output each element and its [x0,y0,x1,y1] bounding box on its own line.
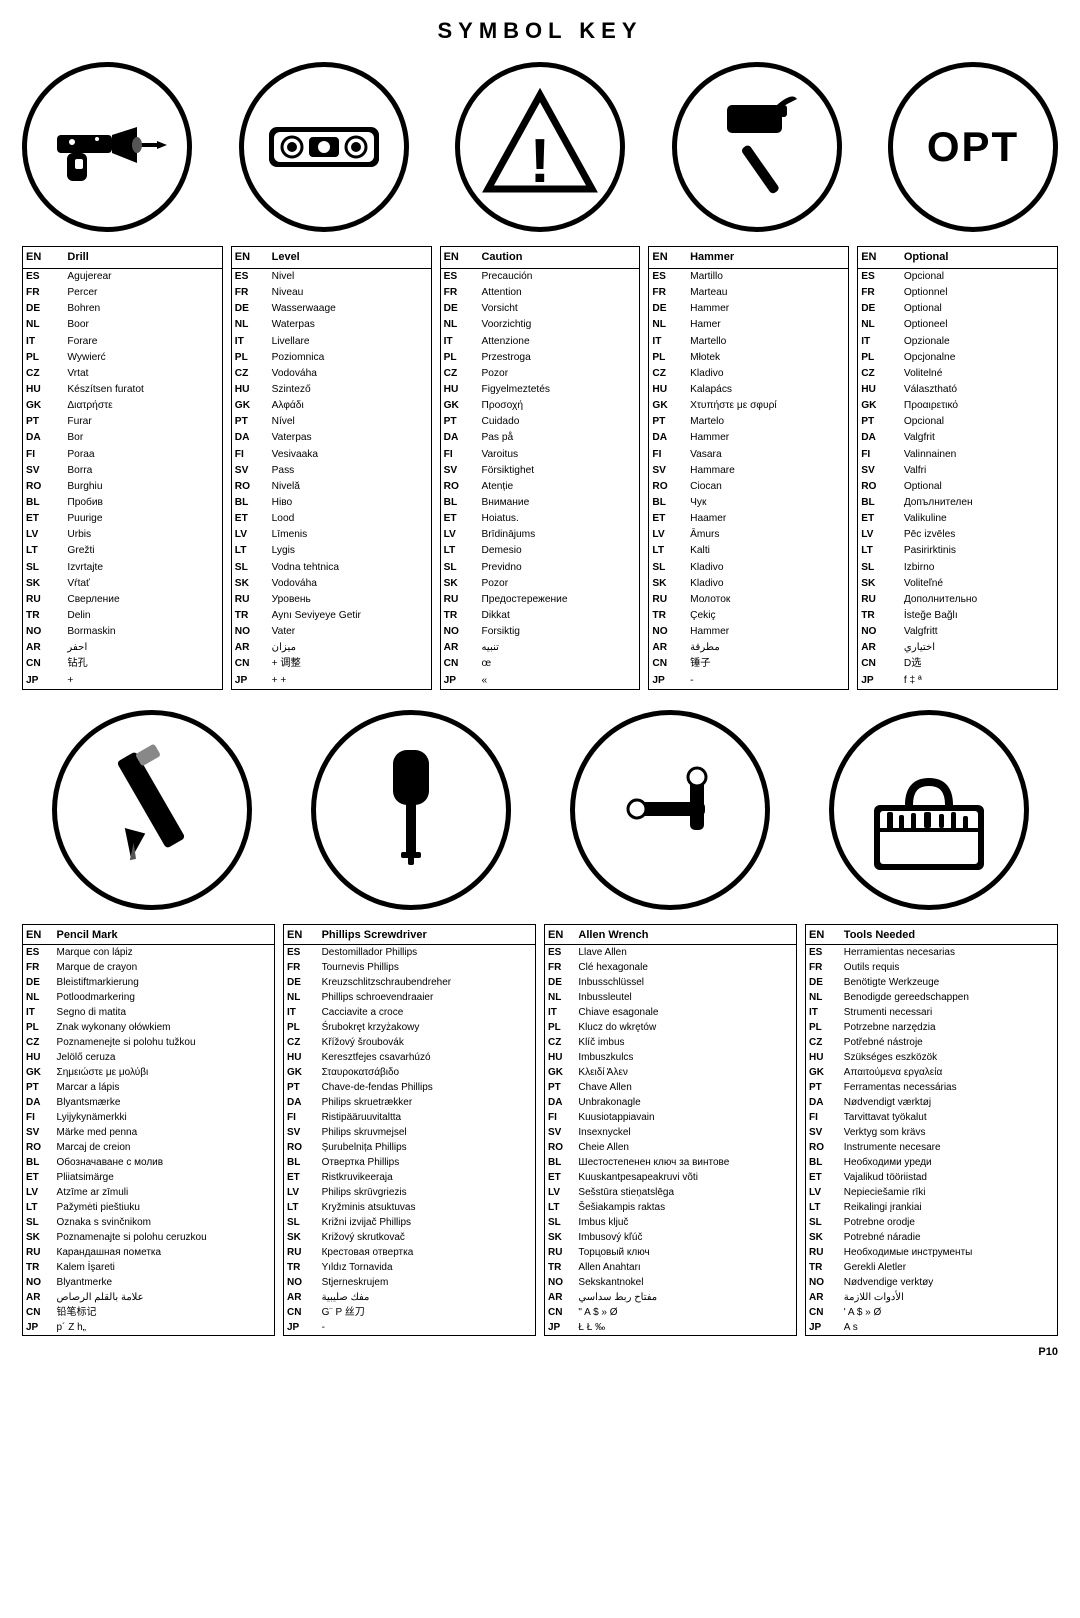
toolbox-svg [859,740,999,880]
table-drill: EN Drill ESAgujerear FRPercer DEBohren N… [22,246,223,690]
level-svg [264,87,384,207]
level-icon [239,62,409,232]
hammer-svg [697,87,817,207]
toolbox-icon [829,710,1029,910]
table-tools-needed: ENTools Needed ESHerramientas necesarias… [805,924,1058,1336]
table-level: ENLevel ESNivel FRNiveau DEWasserwaage N… [231,246,432,690]
table-phillips: ENPhillips Screwdriver ESDestomillador P… [283,924,536,1336]
phillips-svg [341,740,481,880]
pencil-svg [82,740,222,880]
tables-row-1: EN Drill ESAgujerear FRPercer DEBohren N… [22,246,1058,690]
table-hammer: ENHammer ESMartillo FRMarteau DEHammer N… [648,246,849,690]
table-pencil: ENPencil Mark ESMarque con lápiz FRMarqu… [22,924,275,1336]
svg-text:!: ! [530,127,551,196]
col-lang: EN [23,247,65,269]
drill-svg [47,87,167,207]
page-number: P10 [22,1346,1058,1358]
phillips-screwdriver-icon [311,710,511,910]
pencil-icon [52,710,252,910]
page-title: SYMBOL KEY [22,18,1058,44]
icons-row-1: ! OPT [22,62,1058,232]
allen-wrench-icon [570,710,770,910]
allen-svg [600,740,740,880]
col-word: Drill [64,247,222,269]
table-allen: ENAllen Wrench ESLlave Allen FRClé hexag… [544,924,797,1336]
table-optional: ENOptional ESOpcional FROptionnel DEOpti… [857,246,1058,690]
table-caution: ENCaution ESPrecaución FRAttention DEVor… [440,246,641,690]
caution-icon: ! [455,62,625,232]
page: SYMBOL KEY [0,0,1080,1618]
tables-row-2: ENPencil Mark ESMarque con lápiz FRMarqu… [22,924,1058,1336]
hammer-icon [672,62,842,232]
icons-row-2 [22,710,1058,910]
opt-label: OPT [927,123,1019,171]
optional-icon: OPT [888,62,1058,232]
caution-svg: ! [480,87,600,207]
drill-icon [22,62,192,232]
